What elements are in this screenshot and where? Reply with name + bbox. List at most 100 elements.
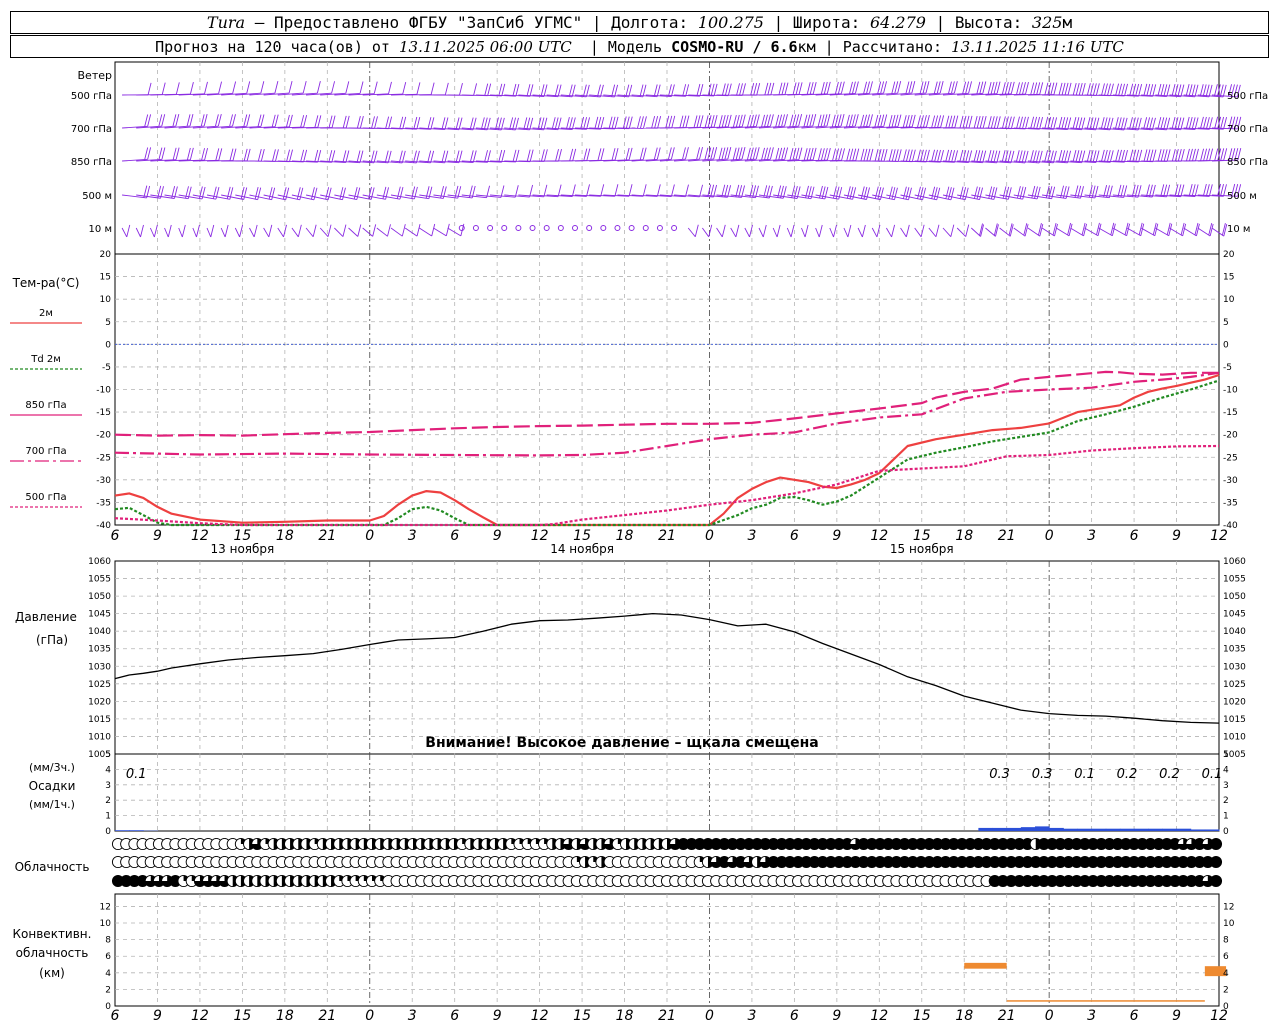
wind-barb-feather	[345, 150, 350, 163]
wind-barb-feather	[203, 114, 208, 127]
hour-tick-label: 6	[790, 528, 799, 544]
wind-barb-feather	[427, 150, 432, 163]
wind-barb-feather	[817, 114, 822, 127]
wind-barb-feather	[749, 147, 754, 160]
wind-barb-feather	[877, 186, 882, 200]
hour-tick-label: 0	[1045, 528, 1054, 544]
wind-barb-feather	[741, 185, 745, 198]
wind-barb-feather	[789, 148, 794, 161]
wind-barb-feather	[1149, 84, 1154, 97]
precip-tick-label: 0	[105, 827, 111, 837]
wind-level-label-right: 850 гПа	[1227, 157, 1268, 168]
precip-tick-label: 2	[105, 796, 111, 806]
wind-barb-feather	[370, 187, 375, 200]
wind-barb-feather	[803, 148, 808, 161]
wind-barb-feather	[1078, 117, 1083, 130]
wind-barb	[843, 227, 849, 238]
wind-barb-feather	[682, 84, 687, 97]
wind-barb-feather	[908, 114, 913, 128]
wind-barb-feather	[1186, 148, 1190, 162]
wind-barb-feather	[806, 114, 811, 127]
wind-barb-feather	[905, 187, 910, 200]
wind-barb-feather	[990, 116, 995, 129]
wind-barb-feather	[487, 150, 491, 163]
wind-barb-feather	[707, 184, 712, 197]
pressure-tick-label: 1045	[1223, 610, 1246, 620]
wind-barb-feather	[565, 117, 570, 130]
wind-barb-feather	[388, 81, 392, 94]
wind-barb-feather	[1220, 184, 1224, 197]
wind-barb-feather	[891, 81, 896, 94]
wind-barb	[1098, 227, 1113, 237]
wind-level-label-right: 10 м	[1227, 224, 1250, 235]
wind-barb	[234, 227, 240, 238]
wind-barb-feather	[1110, 83, 1114, 96]
wind-barb-feather	[739, 83, 743, 96]
wind-barb-feather	[653, 84, 658, 97]
hour-tick-label: 6	[111, 1008, 120, 1024]
hour-tick-label: 15	[913, 1008, 931, 1024]
conv-tick-label: 8	[1223, 936, 1229, 946]
wind-barb-feather	[1095, 150, 1100, 163]
wind-barb-feather	[1203, 148, 1208, 161]
wind-barb-feather	[357, 224, 362, 237]
precip-bar	[1204, 829, 1220, 831]
wind-barb-feather	[268, 224, 273, 238]
pressure-tick-label: 1060	[1223, 557, 1246, 567]
wind-barb-feather	[611, 84, 616, 97]
wind-barb-feather	[778, 82, 783, 95]
wind-barb-feather	[897, 114, 902, 127]
hour-tick-label: 12	[191, 1008, 209, 1024]
temp-tick-label: 20	[1223, 250, 1235, 260]
wind-barb-feather	[1053, 117, 1058, 130]
wind-barb-feather	[512, 83, 517, 97]
wind-barb-feather	[526, 149, 531, 162]
wind-barb-feather	[1160, 184, 1165, 197]
wind-barb-feather	[1114, 117, 1119, 130]
wind-barb-feather	[1115, 149, 1119, 162]
wind-barb-feather	[920, 115, 924, 128]
wind-barb-feather	[215, 148, 220, 161]
wind-barb-feather	[529, 84, 534, 97]
wind-barb-feather	[823, 114, 828, 127]
wind-barb-feather	[874, 148, 879, 162]
wind-barb	[447, 227, 462, 237]
wind-barb-feather	[342, 150, 347, 163]
hour-tick-label: 21	[658, 528, 676, 544]
wind-barb-feather	[922, 187, 927, 200]
hour-tick-label: 15	[573, 1008, 591, 1024]
wind-barb-feather	[339, 187, 344, 200]
wind-barb-feather	[529, 184, 534, 198]
wind-barb-feather	[299, 187, 304, 200]
wind-barb	[942, 227, 952, 237]
wind-barb-feather	[727, 83, 732, 96]
wind-barb-feather	[979, 150, 984, 163]
wind-barb-feather	[724, 147, 729, 160]
wind-barb-feather	[229, 114, 233, 127]
hour-tick-label: 6	[1130, 1008, 1139, 1024]
wind-barb-feather	[755, 114, 760, 127]
wind-barb-feather	[186, 114, 191, 127]
precip-bar	[992, 827, 1008, 831]
wind-barb-feather	[948, 81, 952, 94]
wind-barb-feather	[243, 114, 248, 127]
wind-barb-feather	[905, 224, 910, 237]
wind-barb-feather	[1064, 82, 1069, 95]
wind-barb-feather	[498, 83, 503, 96]
wind-barb-feather	[818, 224, 823, 238]
temp-tick-label: -15	[96, 408, 111, 418]
wind-barb-feather	[628, 116, 633, 129]
wind-barb-feather	[1064, 117, 1069, 130]
wind-barb-feather	[713, 83, 718, 97]
wind-barb-feather	[668, 115, 673, 128]
wind-barb-feather	[812, 114, 817, 127]
wind-barb-feather	[1202, 183, 1207, 197]
hour-tick-label: 12	[191, 528, 209, 544]
wind-barb-feather	[441, 117, 446, 130]
wind-barb-feather	[670, 184, 675, 197]
pressure-tick-label: 1040	[88, 627, 111, 637]
wind-barb-feather	[812, 147, 817, 160]
wind-barb-feather	[1214, 116, 1219, 129]
wind-barb-feather	[699, 84, 704, 97]
wind-barb-feather	[385, 116, 390, 129]
